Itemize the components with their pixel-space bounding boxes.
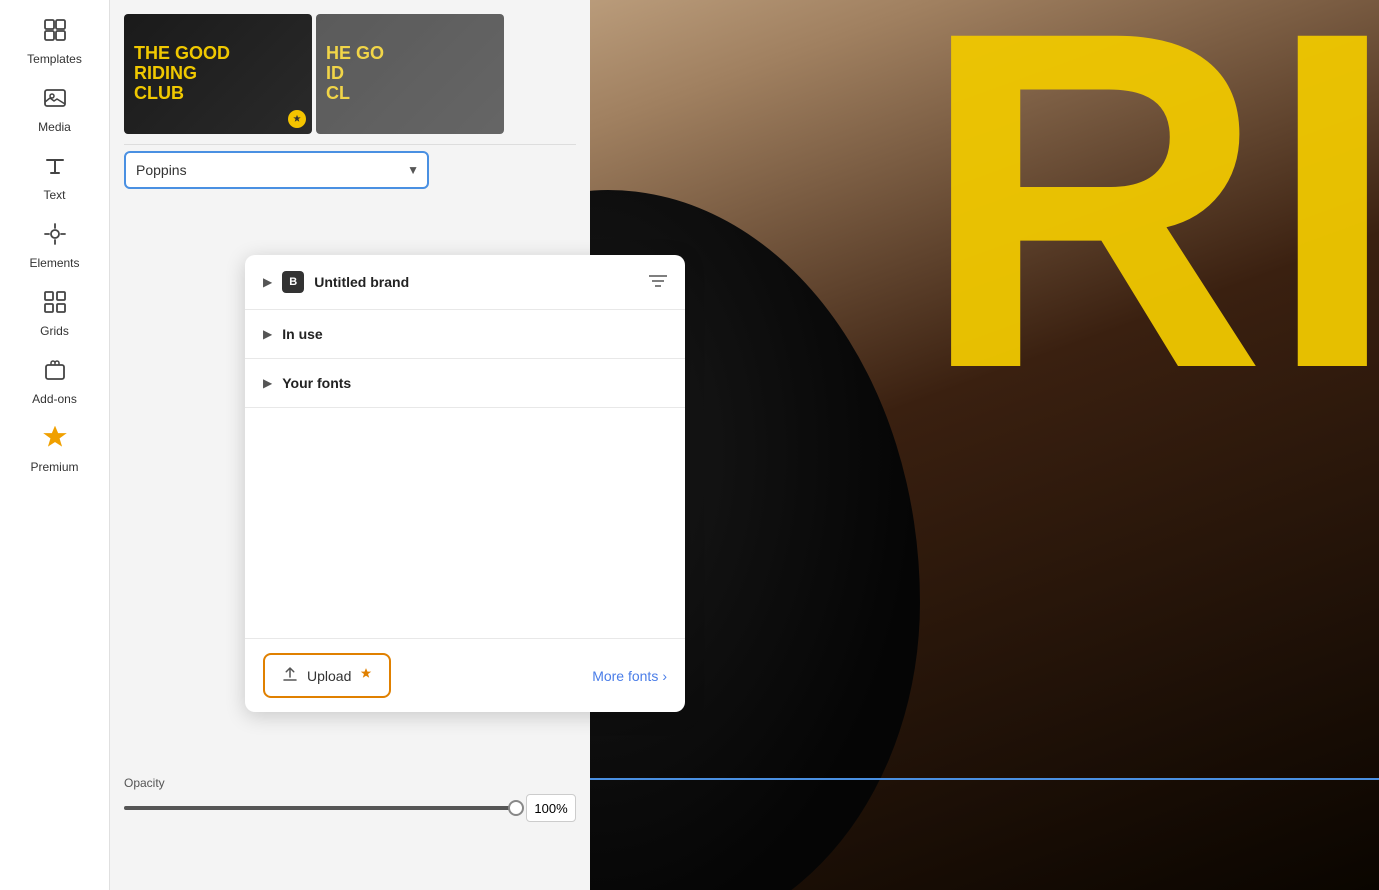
thumbnail-2[interactable]: HE GOIDCL [316, 14, 504, 134]
font-selector-area: Poppins ▼ [110, 145, 590, 197]
sidebar: Templates Media Text Elements [0, 0, 110, 890]
opacity-slider-track[interactable] [124, 806, 516, 810]
brand-section-header[interactable]: ▶ B Untitled brand [245, 255, 685, 309]
dropdown-section-brand: ▶ B Untitled brand [245, 255, 685, 310]
main-area: RI THE GOODRIDINGCLUB HE GOIDCL [110, 0, 1379, 890]
more-fonts-button[interactable]: More fonts › [592, 668, 667, 684]
brand-section-title: Untitled brand [314, 274, 409, 290]
premium-icon [43, 426, 67, 456]
section-left: ▶ Your fonts [263, 375, 351, 391]
chevron-right-icon: › [662, 668, 667, 684]
empty-space [245, 408, 685, 638]
opacity-bar: Opacity 100% [110, 768, 590, 830]
thumbnail-text: HE GOIDCL [326, 44, 494, 103]
font-select[interactable]: Poppins [124, 151, 429, 189]
left-panel: THE GOODRIDINGCLUB HE GOIDCL Poppins ▼ [110, 0, 590, 890]
sidebar-item-label: Grids [40, 324, 69, 338]
more-fonts-label: More fonts [592, 668, 658, 684]
filter-icon[interactable] [649, 274, 667, 291]
your-fonts-section-header[interactable]: ▶ Your fonts [245, 359, 685, 407]
thumbnails-area: THE GOODRIDINGCLUB HE GOIDCL [110, 0, 590, 144]
upload-label: Upload [307, 668, 351, 684]
your-fonts-section-title: Your fonts [282, 375, 351, 391]
sidebar-item-text[interactable]: Text [10, 146, 100, 210]
sidebar-item-templates[interactable]: Templates [10, 10, 100, 74]
sidebar-item-media[interactable]: Media [10, 78, 100, 142]
dropdown-section-your-fonts: ▶ Your fonts [245, 359, 685, 408]
chevron-right-icon: ▶ [263, 275, 272, 289]
opacity-value[interactable]: 100% [526, 794, 576, 822]
thumbnail-1[interactable]: THE GOODRIDINGCLUB [124, 14, 312, 134]
sidebar-item-label: Templates [27, 52, 82, 66]
slider-row: 100% [124, 794, 576, 822]
upload-icon [281, 665, 299, 686]
upload-button[interactable]: Upload [263, 653, 391, 698]
media-icon [43, 86, 67, 116]
elements-icon [43, 222, 67, 252]
sidebar-item-addons[interactable]: Add-ons [10, 350, 100, 414]
canvas-yellow-text: RI [919, 0, 1379, 440]
grids-icon [43, 290, 67, 320]
sidebar-item-label: Text [43, 188, 65, 202]
dropdown-section-in-use: ▶ In use [245, 310, 685, 359]
chevron-right-icon: ▶ [263, 376, 272, 390]
slider-fill [124, 806, 516, 810]
in-use-section-header[interactable]: ▶ In use [245, 310, 685, 358]
in-use-section-title: In use [282, 326, 322, 342]
brand-icon: B [282, 271, 304, 293]
opacity-label: Opacity [124, 776, 576, 790]
font-select-wrapper: Poppins ▼ [124, 151, 429, 189]
sidebar-item-elements[interactable]: Elements [10, 214, 100, 278]
section-left: ▶ B Untitled brand [263, 271, 409, 293]
premium-badge [288, 110, 306, 128]
slider-thumb[interactable] [508, 800, 524, 816]
chevron-right-icon: ▶ [263, 327, 272, 341]
sidebar-item-label: Premium [30, 460, 78, 474]
premium-star-icon [359, 667, 373, 684]
section-left: ▶ In use [263, 326, 323, 342]
font-dropdown: ▶ B Untitled brand [245, 255, 685, 712]
upload-footer: Upload More fonts › [245, 638, 685, 712]
sidebar-item-label: Elements [29, 256, 79, 270]
sidebar-item-label: Media [38, 120, 71, 134]
text-icon [43, 154, 67, 184]
sidebar-item-premium[interactable]: Premium [10, 418, 100, 482]
sidebar-item-grids[interactable]: Grids [10, 282, 100, 346]
templates-icon [43, 18, 67, 48]
sidebar-item-label: Add-ons [32, 392, 77, 406]
thumbnail-text: THE GOODRIDINGCLUB [134, 44, 302, 103]
addons-icon [43, 358, 67, 388]
